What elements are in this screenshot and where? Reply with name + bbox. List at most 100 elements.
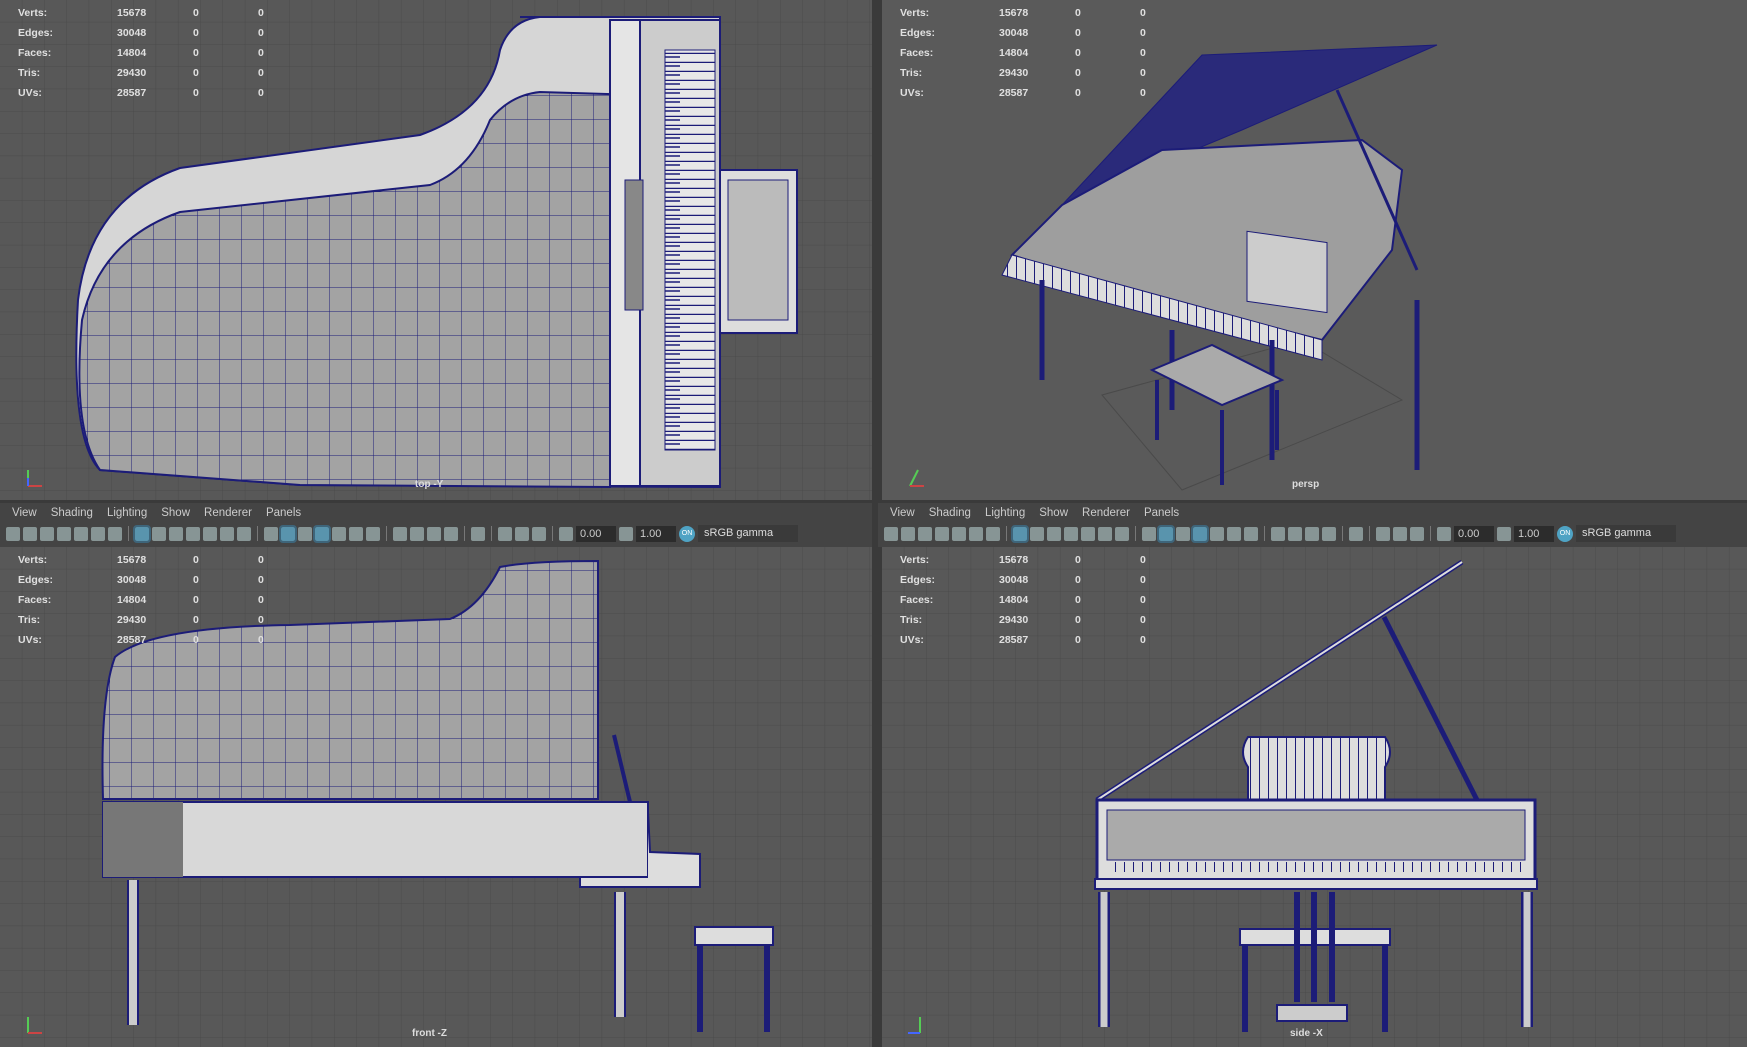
multisample-aa-icon[interactable] [427, 526, 441, 541]
image-plane-icon[interactable] [74, 526, 88, 541]
backface-icon[interactable] [1410, 526, 1424, 541]
color-management-toggle[interactable]: ON [679, 525, 695, 542]
menu-view[interactable]: View [12, 507, 37, 519]
wireframe-on-shaded-icon[interactable] [1191, 524, 1209, 543]
grid-icon[interactable] [133, 524, 151, 543]
menu-lighting[interactable]: Lighting [107, 507, 147, 519]
camera-lock-icon[interactable] [901, 526, 915, 541]
menu-view[interactable]: View [890, 507, 915, 519]
shadows-icon[interactable] [366, 526, 380, 541]
depth-of-field-icon[interactable] [1322, 526, 1336, 541]
gamma-icon[interactable] [1497, 526, 1511, 541]
stat-value: 14804 [999, 47, 1029, 59]
exposure-field[interactable]: 0.00 [1454, 525, 1494, 542]
grease-pencil-icon[interactable] [986, 526, 1000, 541]
stat-row: Edges: 30048 0 0 [900, 570, 1205, 590]
use-all-lights-icon[interactable] [349, 526, 363, 541]
wireframe-on-shaded-icon[interactable] [313, 524, 331, 543]
stat-c2: 0 [1140, 554, 1146, 566]
menu-show[interactable]: Show [1039, 507, 1068, 519]
menu-shading[interactable]: Shading [51, 507, 93, 519]
safe-action-icon[interactable] [220, 526, 234, 541]
default-material-icon[interactable] [298, 526, 312, 541]
backface-icon[interactable] [532, 526, 546, 541]
viewport-side[interactable]: Verts: 15678 0 0 Edges: 30048 0 0 Faces: 14804 0 0 T… [882, 547, 1747, 1047]
film-gate-icon[interactable] [1030, 526, 1044, 541]
xray-active-icon[interactable] [515, 526, 529, 541]
default-material-icon[interactable] [1176, 526, 1190, 541]
bookmark-icon[interactable] [935, 526, 949, 541]
menu-renderer[interactable]: Renderer [204, 507, 252, 519]
camera-attr-icon[interactable] [40, 526, 54, 541]
motion-blur-icon[interactable] [410, 526, 424, 541]
wireframe-icon[interactable] [1142, 526, 1156, 541]
gate-mask-icon[interactable] [186, 526, 200, 541]
menu-renderer[interactable]: Renderer [1082, 507, 1130, 519]
stat-c2: 0 [258, 7, 264, 19]
stat-c1: 0 [1075, 27, 1081, 39]
grid-icon[interactable] [1011, 524, 1029, 543]
field-chart-icon[interactable] [203, 526, 217, 541]
viewport-front[interactable]: Verts: 15678 0 0 Edges: 30048 0 0 Faces: 14804 0 0 T… [0, 547, 872, 1047]
menu-lighting[interactable]: Lighting [985, 507, 1025, 519]
safe-title-icon[interactable] [237, 526, 251, 541]
camera-select-icon[interactable] [6, 526, 20, 541]
safe-title-icon[interactable] [1115, 526, 1129, 541]
exposure-field[interactable]: 0.00 [576, 525, 616, 542]
gamma-field[interactable]: 1.00 [1514, 525, 1554, 542]
stat-row: Edges: 30048 0 0 [18, 570, 323, 590]
smooth-shade-icon[interactable] [1157, 524, 1175, 543]
colorspace-label[interactable]: sRGB gamma [1576, 525, 1676, 542]
image-plane-icon[interactable] [952, 526, 966, 541]
field-chart-icon[interactable] [1081, 526, 1095, 541]
color-management-toggle[interactable]: ON [1557, 525, 1573, 542]
viewport-top[interactable]: Verts: 15678 0 0 Edges: 30048 0 0 Faces: 14804 0 0 T… [0, 0, 872, 500]
camera-attr-icon[interactable] [918, 526, 932, 541]
xray-joints-icon[interactable] [498, 526, 512, 541]
xray-icon[interactable] [1210, 526, 1224, 541]
motion-blur-icon[interactable] [1288, 526, 1302, 541]
screen-space-ao-icon[interactable] [1271, 526, 1285, 541]
depth-of-field-icon[interactable] [444, 526, 458, 541]
film-gate-icon[interactable] [152, 526, 166, 541]
menu-show[interactable]: Show [161, 507, 190, 519]
resolution-gate-icon[interactable] [1047, 526, 1061, 541]
stat-c1: 0 [193, 47, 199, 59]
toolbar-separator [257, 526, 258, 541]
2d-pan-icon[interactable] [969, 526, 983, 541]
xray-joints-icon[interactable] [1376, 526, 1390, 541]
smooth-shade-icon[interactable] [279, 524, 297, 543]
stat-label: Tris: [18, 614, 41, 626]
viewport-persp[interactable]: Verts: 15678 0 0 Edges: 30048 0 0 Faces: 14804 0 0 T… [882, 0, 1747, 500]
menu-panels[interactable]: Panels [1144, 507, 1179, 519]
gamma-field[interactable]: 1.00 [636, 525, 676, 542]
safe-action-icon[interactable] [1098, 526, 1112, 541]
resolution-gate-icon[interactable] [169, 526, 183, 541]
shadows-icon[interactable] [1244, 526, 1258, 541]
menu-panels[interactable]: Panels [266, 507, 301, 519]
wireframe-icon[interactable] [264, 526, 278, 541]
camera-select-icon[interactable] [884, 526, 898, 541]
grease-pencil-icon[interactable] [108, 526, 122, 541]
stat-c1: 0 [1075, 7, 1081, 19]
exposure-icon[interactable] [559, 526, 573, 541]
xray-active-icon[interactable] [1393, 526, 1407, 541]
screen-space-ao-icon[interactable] [393, 526, 407, 541]
camera-lock-icon[interactable] [23, 526, 37, 541]
axis-gizmo-icon [909, 469, 924, 487]
viewport-label-top: top -Y [415, 479, 444, 490]
use-all-lights-icon[interactable] [1227, 526, 1241, 541]
gamma-icon[interactable] [619, 526, 633, 541]
colorspace-label[interactable]: sRGB gamma [698, 525, 798, 542]
gate-mask-icon[interactable] [1064, 526, 1078, 541]
bookmark-icon[interactable] [57, 526, 71, 541]
xray-icon[interactable] [332, 526, 346, 541]
2d-pan-icon[interactable] [91, 526, 105, 541]
stat-row: Faces: 14804 0 0 [18, 43, 323, 63]
multisample-aa-icon[interactable] [1305, 526, 1319, 541]
exposure-icon[interactable] [1437, 526, 1451, 541]
menu-shading[interactable]: Shading [929, 507, 971, 519]
stat-c1: 0 [193, 614, 199, 626]
isolate-select-icon[interactable] [471, 526, 485, 541]
isolate-select-icon[interactable] [1349, 526, 1363, 541]
